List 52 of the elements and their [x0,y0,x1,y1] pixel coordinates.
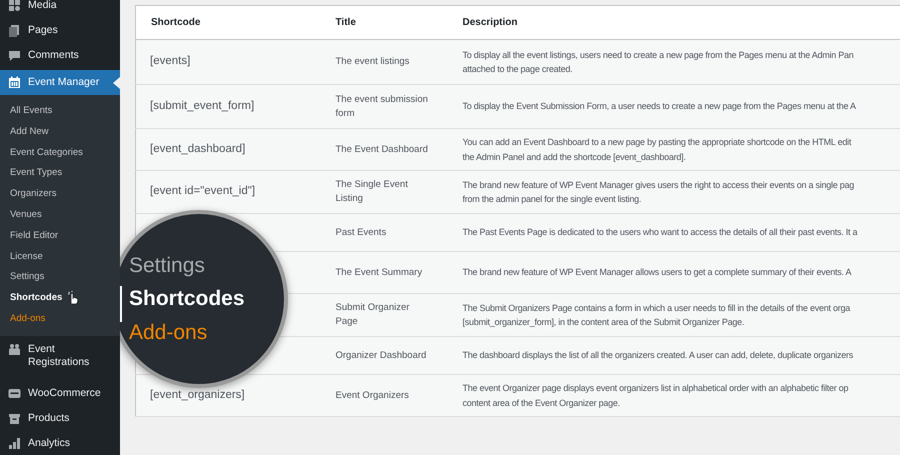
table-cell: [events] [136,40,320,84]
table-cell: The Event Dashboard [320,128,448,170]
submenu-item[interactable]: Venues [0,204,120,226]
table-cell: You can add an Event Dashboard to a new page by pasting the appropriate shortcode on the HTML edit the Admin Panel and add the shortcode [event_dashboard]. [448,128,900,170]
store-icon [8,387,21,400]
menu-item[interactable]: WooCommerce [0,381,120,406]
submenu-item[interactable]: All Events [0,101,120,122]
submenu-item[interactable]: Shortcodes [0,288,120,309]
submenu-item[interactable]: Event Types [0,163,120,184]
table-cell: The dashboard displays the list of all the organizers created. A user can add, delete, duplicate organizers [448,336,900,374]
table-cell: The event submission form [320,84,448,128]
column-header: Description [448,6,900,40]
submenu-item[interactable]: Field Editor [0,226,120,247]
table-cell: The Past Events Page is dedicated to the users who want to access the details of all their past events. It a [448,214,900,252]
pages-icon [8,24,21,37]
table-cell: The brand new feature of WP Event Manager allows users to get a complete summary of their events. A [448,252,900,294]
submenu-item[interactable]: License [0,246,120,268]
menu-item[interactable]: Comments [0,43,120,68]
menu-item[interactable]: Products [0,406,120,432]
column-header: Title [320,6,448,40]
table-cell: Submit Organizer Page [320,294,448,336]
table-cell: The event listings [320,40,448,84]
table-cell: Past Events [320,214,448,252]
menu-item[interactable]: Pages [0,18,120,43]
table-cell: The event Organizer page displays event organizers list in alphabetical order with an alphabetic filter op content area of the Event Organizer page. [448,374,900,416]
table-cell: [submit_event_form] [136,84,320,128]
menu-item[interactable]: Media [0,0,120,18]
media-icon [8,0,21,12]
table-cell: Event Organizers [320,374,448,416]
menu-item[interactable]: Analytics [0,431,120,455]
calendar-icon [8,76,21,89]
submenu-item[interactable]: Organizers [0,184,120,205]
table-cell: The Single Event Listing [320,170,448,214]
table-cell: To display all the event listings, users need to create a new page from the Pages menu at the Admin Pan attached to the page created. [448,40,900,84]
table-cell: [event_dashboard] [136,128,320,170]
table-cell: Organizer Dashboard [320,336,448,374]
people-icon [8,342,21,356]
table-cell: The brand new feature of WP Event Manager gives users the right to access their events on a single pag from the admin panel for the single event listing. [448,170,900,214]
column-header: Shortcode [136,6,320,40]
submenu-item[interactable]: Add-ons [0,308,120,330]
table-cell: The Submit Organizers Page contains a form in which a user needs to fill in the details of the event orga [submit_organizer_form], in the content area of the Submit Organizer Page. [448,294,900,336]
comment-icon [8,49,21,62]
hand-cursor-icon [66,290,80,305]
submenu-item[interactable]: Event Categories [0,142,120,164]
table-cell: The Event Summary [320,252,448,294]
bar-chart-icon [8,437,21,450]
menu-item[interactable]: Event Registrations [0,338,120,376]
submenu-item[interactable]: Settings [0,267,120,288]
submenu-item[interactable]: Add New [0,122,120,143]
box-icon [8,412,21,426]
menu-item[interactable]: Event Manager [0,70,120,95]
table-cell: To display the Event Submission Form, a user needs to create a new page from the Pages menu at the A [448,84,900,128]
